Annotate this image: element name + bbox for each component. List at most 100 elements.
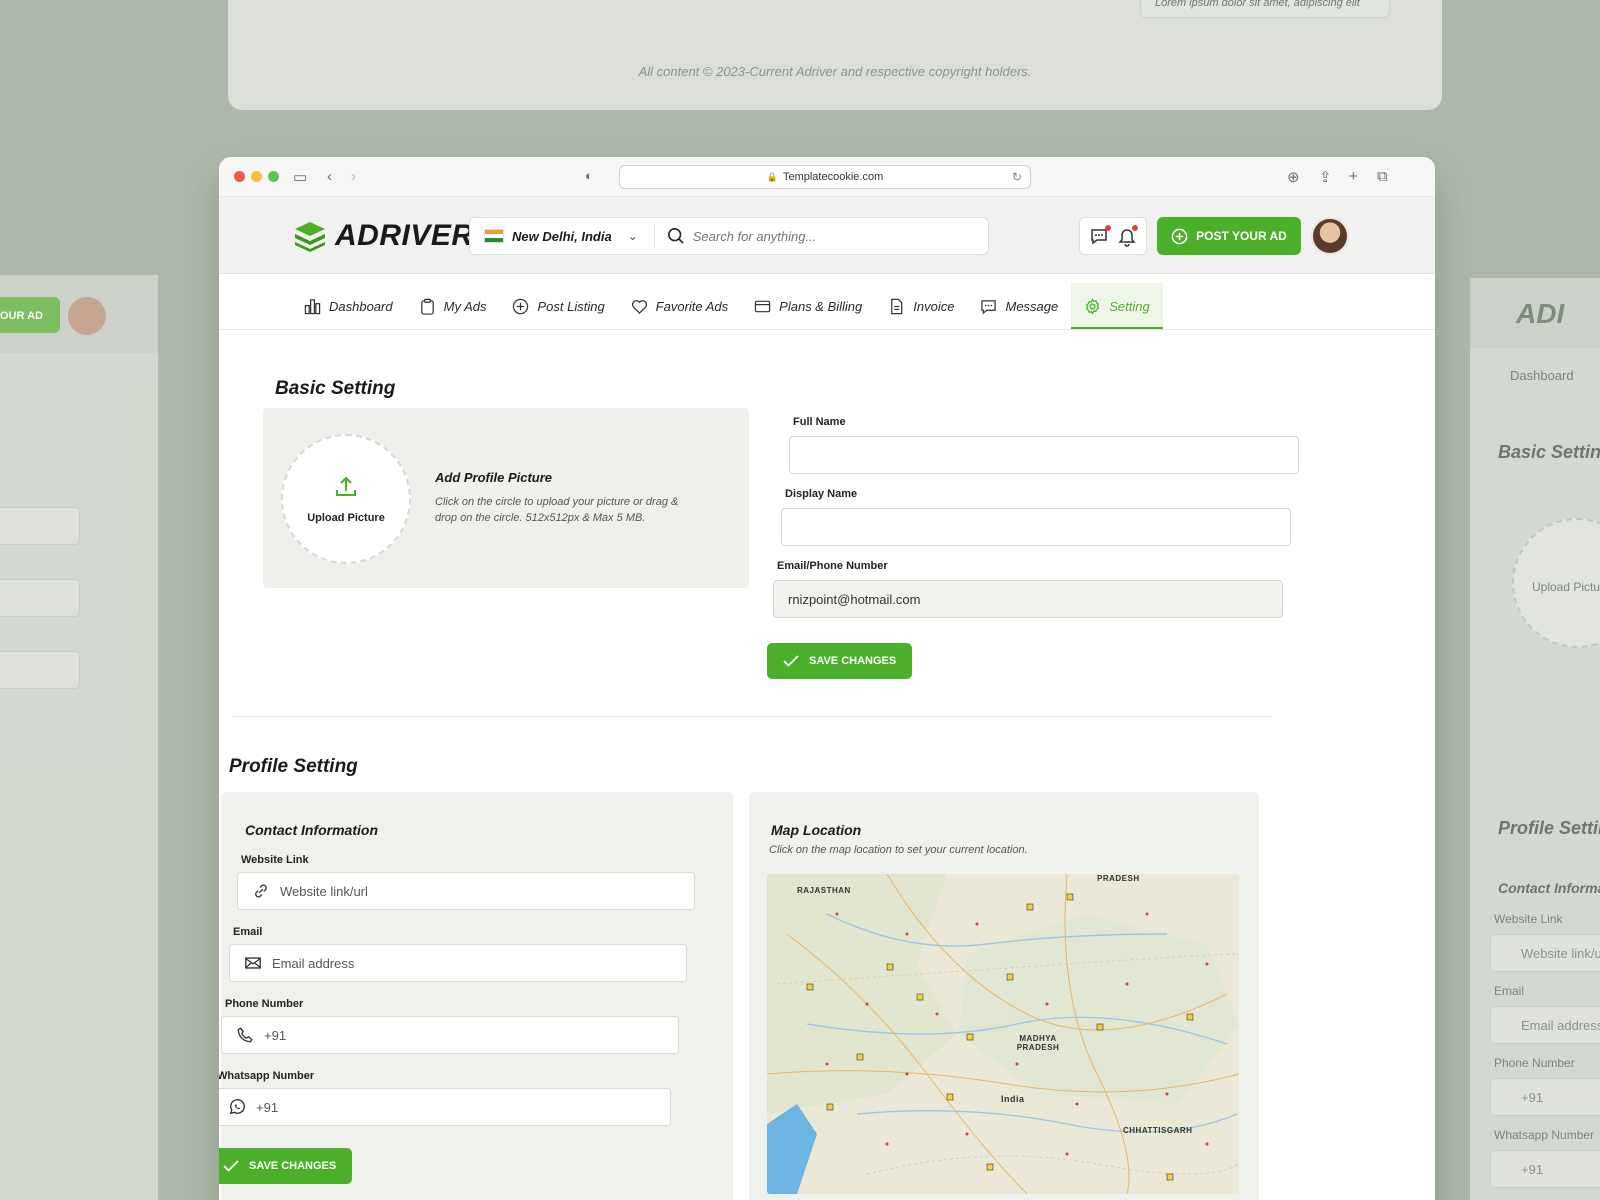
profile-setting-title: Profile Setting — [229, 756, 358, 777]
bell-icon[interactable] — [1116, 225, 1138, 247]
map-label: CHHATTISGARH — [1123, 1126, 1193, 1135]
new-tab-icon[interactable]: + — [1349, 168, 1358, 185]
user-avatar[interactable] — [1311, 217, 1349, 255]
display-name-input[interactable] — [781, 508, 1291, 546]
website-link-input[interactable]: Website link/url — [237, 872, 695, 910]
post-your-ad-button[interactable]: POST YOUR AD — [1157, 217, 1301, 255]
address-bar[interactable]: 🔒 Templatecookie.com ↻ — [619, 165, 1031, 189]
forward-arrow-icon[interactable]: › — [351, 168, 356, 185]
profile-picture-panel: Upload Picture Add Profile Picture Click… — [263, 408, 749, 588]
background-profile-title: Profile Setting — [1498, 818, 1600, 838]
tabs-overview-icon[interactable]: ⧉ — [1377, 168, 1388, 185]
nav-item-favorite-ads[interactable]: Favorite Ads — [618, 283, 742, 329]
display-name-label: Display Name — [785, 488, 858, 500]
nav-item-label: Post Listing — [537, 298, 605, 314]
check-icon — [223, 1160, 239, 1172]
nav-item-label: Invoice — [913, 298, 955, 314]
chevron-down-icon[interactable]: ⌄ — [628, 229, 638, 243]
site-logo[interactable]: ADRIVER — [293, 219, 474, 253]
whatsapp-number-label: Whatsapp Number — [219, 1070, 315, 1082]
nav-item-message[interactable]: Message — [967, 283, 1071, 329]
nav-item-plans-billing[interactable]: Plans & Billing — [741, 283, 875, 329]
location-select[interactable]: New Delhi, India — [512, 229, 612, 244]
nav-item-invoice[interactable]: Invoice — [875, 283, 967, 329]
map-label: RAJASTHAN — [797, 886, 851, 895]
background-contact-title: Contact Informatio — [1498, 880, 1600, 896]
background-field — [0, 651, 80, 689]
save-basic-changes-button[interactable]: SAVE CHANGES — [767, 643, 913, 679]
background-page-footer: Lorem ipsum dolor sit amet, adipiscing e… — [228, 0, 1442, 110]
whatsapp-number-input[interactable]: +91 — [219, 1088, 671, 1126]
map-location-card: Map Location Click on the map location t… — [749, 792, 1259, 1200]
background-right-panel: ADI Dashboard Basic Settin Upload Pictu … — [1470, 278, 1600, 1200]
gear-icon — [1086, 297, 1100, 315]
share-icon[interactable]: ⇪ — [1319, 168, 1332, 186]
nav-item-setting[interactable]: Setting — [1071, 283, 1164, 329]
back-arrow-icon[interactable]: ‹ — [327, 168, 332, 185]
upload-picture-dropzone[interactable]: Upload Picture — [281, 434, 411, 564]
background-website-label: Website Link — [1494, 912, 1563, 926]
save-label: SAVE CHANGES — [249, 1160, 337, 1172]
email-input[interactable]: Email address — [229, 944, 687, 982]
maximize-window-button[interactable] — [268, 171, 279, 182]
dashboard-icon — [304, 298, 321, 314]
location-search-bar: New Delhi, India ⌄ — [469, 217, 989, 255]
nav-item-post-listing[interactable]: Post Listing — [499, 283, 617, 329]
full-name-input[interactable] — [789, 436, 1299, 474]
contact-information-title: Contact Information — [245, 822, 378, 838]
phone-number-input[interactable]: +91 — [221, 1016, 679, 1054]
post-button-label: POST YOUR AD — [1196, 229, 1287, 243]
shield-icon[interactable]: ◐ — [585, 168, 593, 183]
minimize-window-button[interactable] — [251, 171, 262, 182]
link-icon — [255, 884, 267, 898]
search-input[interactable] — [692, 228, 973, 244]
background-field — [0, 507, 80, 545]
save-profile-changes-button[interactable]: SAVE CHANGES — [219, 1148, 353, 1184]
logo-text: ADRIVER — [335, 219, 474, 252]
map-label: India — [1001, 1094, 1025, 1104]
background-email-label: Email — [1494, 984, 1525, 998]
add-profile-picture-description: Click on the circle to upload your pictu… — [435, 496, 679, 524]
copyright-text: All content © 2023-Current Adriver and r… — [638, 64, 1032, 79]
sidebar-toggle-icon[interactable]: ▭ — [293, 168, 307, 186]
credit-card-icon — [754, 300, 771, 312]
map-label: PRADESH — [1097, 874, 1140, 883]
logo-icon — [295, 222, 325, 252]
email-phone-input[interactable]: rnizpoint@hotmail.com — [773, 580, 1283, 618]
envelope-icon — [245, 957, 261, 969]
nav-item-my-ads[interactable]: My Ads — [406, 283, 500, 329]
map-terrain — [767, 874, 1239, 1194]
site-header: ADRIVER New Delhi, India ⌄ POST YOUR AD — [219, 197, 1435, 274]
unread-dot — [1131, 225, 1138, 231]
plus-circle-icon — [513, 298, 529, 314]
background-nav-item: Dashboard — [1510, 368, 1574, 383]
notification-group — [1079, 217, 1147, 255]
email-phone-label: Email/Phone Number — [777, 560, 888, 572]
whatsapp-icon — [229, 1099, 245, 1115]
background-whatsapp-input: +91 — [1490, 1150, 1600, 1188]
nav-item-label: Message — [1005, 298, 1059, 314]
background-phone-input: +91 — [1490, 1078, 1600, 1116]
url-text: Templatecookie.com — [782, 171, 884, 183]
check-icon — [783, 655, 799, 667]
nav-item-label: My Ads — [443, 298, 487, 314]
phone-number-label: Phone Number — [225, 998, 304, 1010]
nav-item-dashboard[interactable]: Dashboard — [291, 283, 406, 329]
contact-information-card: Contact Information Website Link Website… — [219, 792, 733, 1200]
location-map[interactable]: RAJASTHAN MADHYA PRADESH India CHHATTISG… — [767, 874, 1239, 1194]
chat-icon[interactable] — [1089, 225, 1111, 247]
reload-icon[interactable]: ↻ — [1012, 170, 1022, 184]
add-profile-picture-title: Add Profile Picture — [435, 470, 553, 485]
whatsapp-number-placeholder: +91 — [256, 1099, 279, 1115]
nav-item-label: Favorite Ads — [655, 298, 729, 314]
full-name-label: Full Name — [793, 416, 846, 428]
phone-number-placeholder: +91 — [264, 1027, 287, 1043]
email-placeholder: Email address — [272, 955, 355, 971]
close-window-button[interactable] — [234, 171, 245, 182]
background-email-input: Email address — [1490, 1006, 1600, 1044]
background-post-button: OUR AD — [0, 297, 60, 333]
background-basic-title: Basic Settin — [1498, 442, 1600, 462]
background-website-input: Website link/url — [1490, 934, 1600, 972]
heart-icon — [631, 299, 647, 314]
download-icon[interactable]: ⊕ — [1287, 168, 1300, 186]
